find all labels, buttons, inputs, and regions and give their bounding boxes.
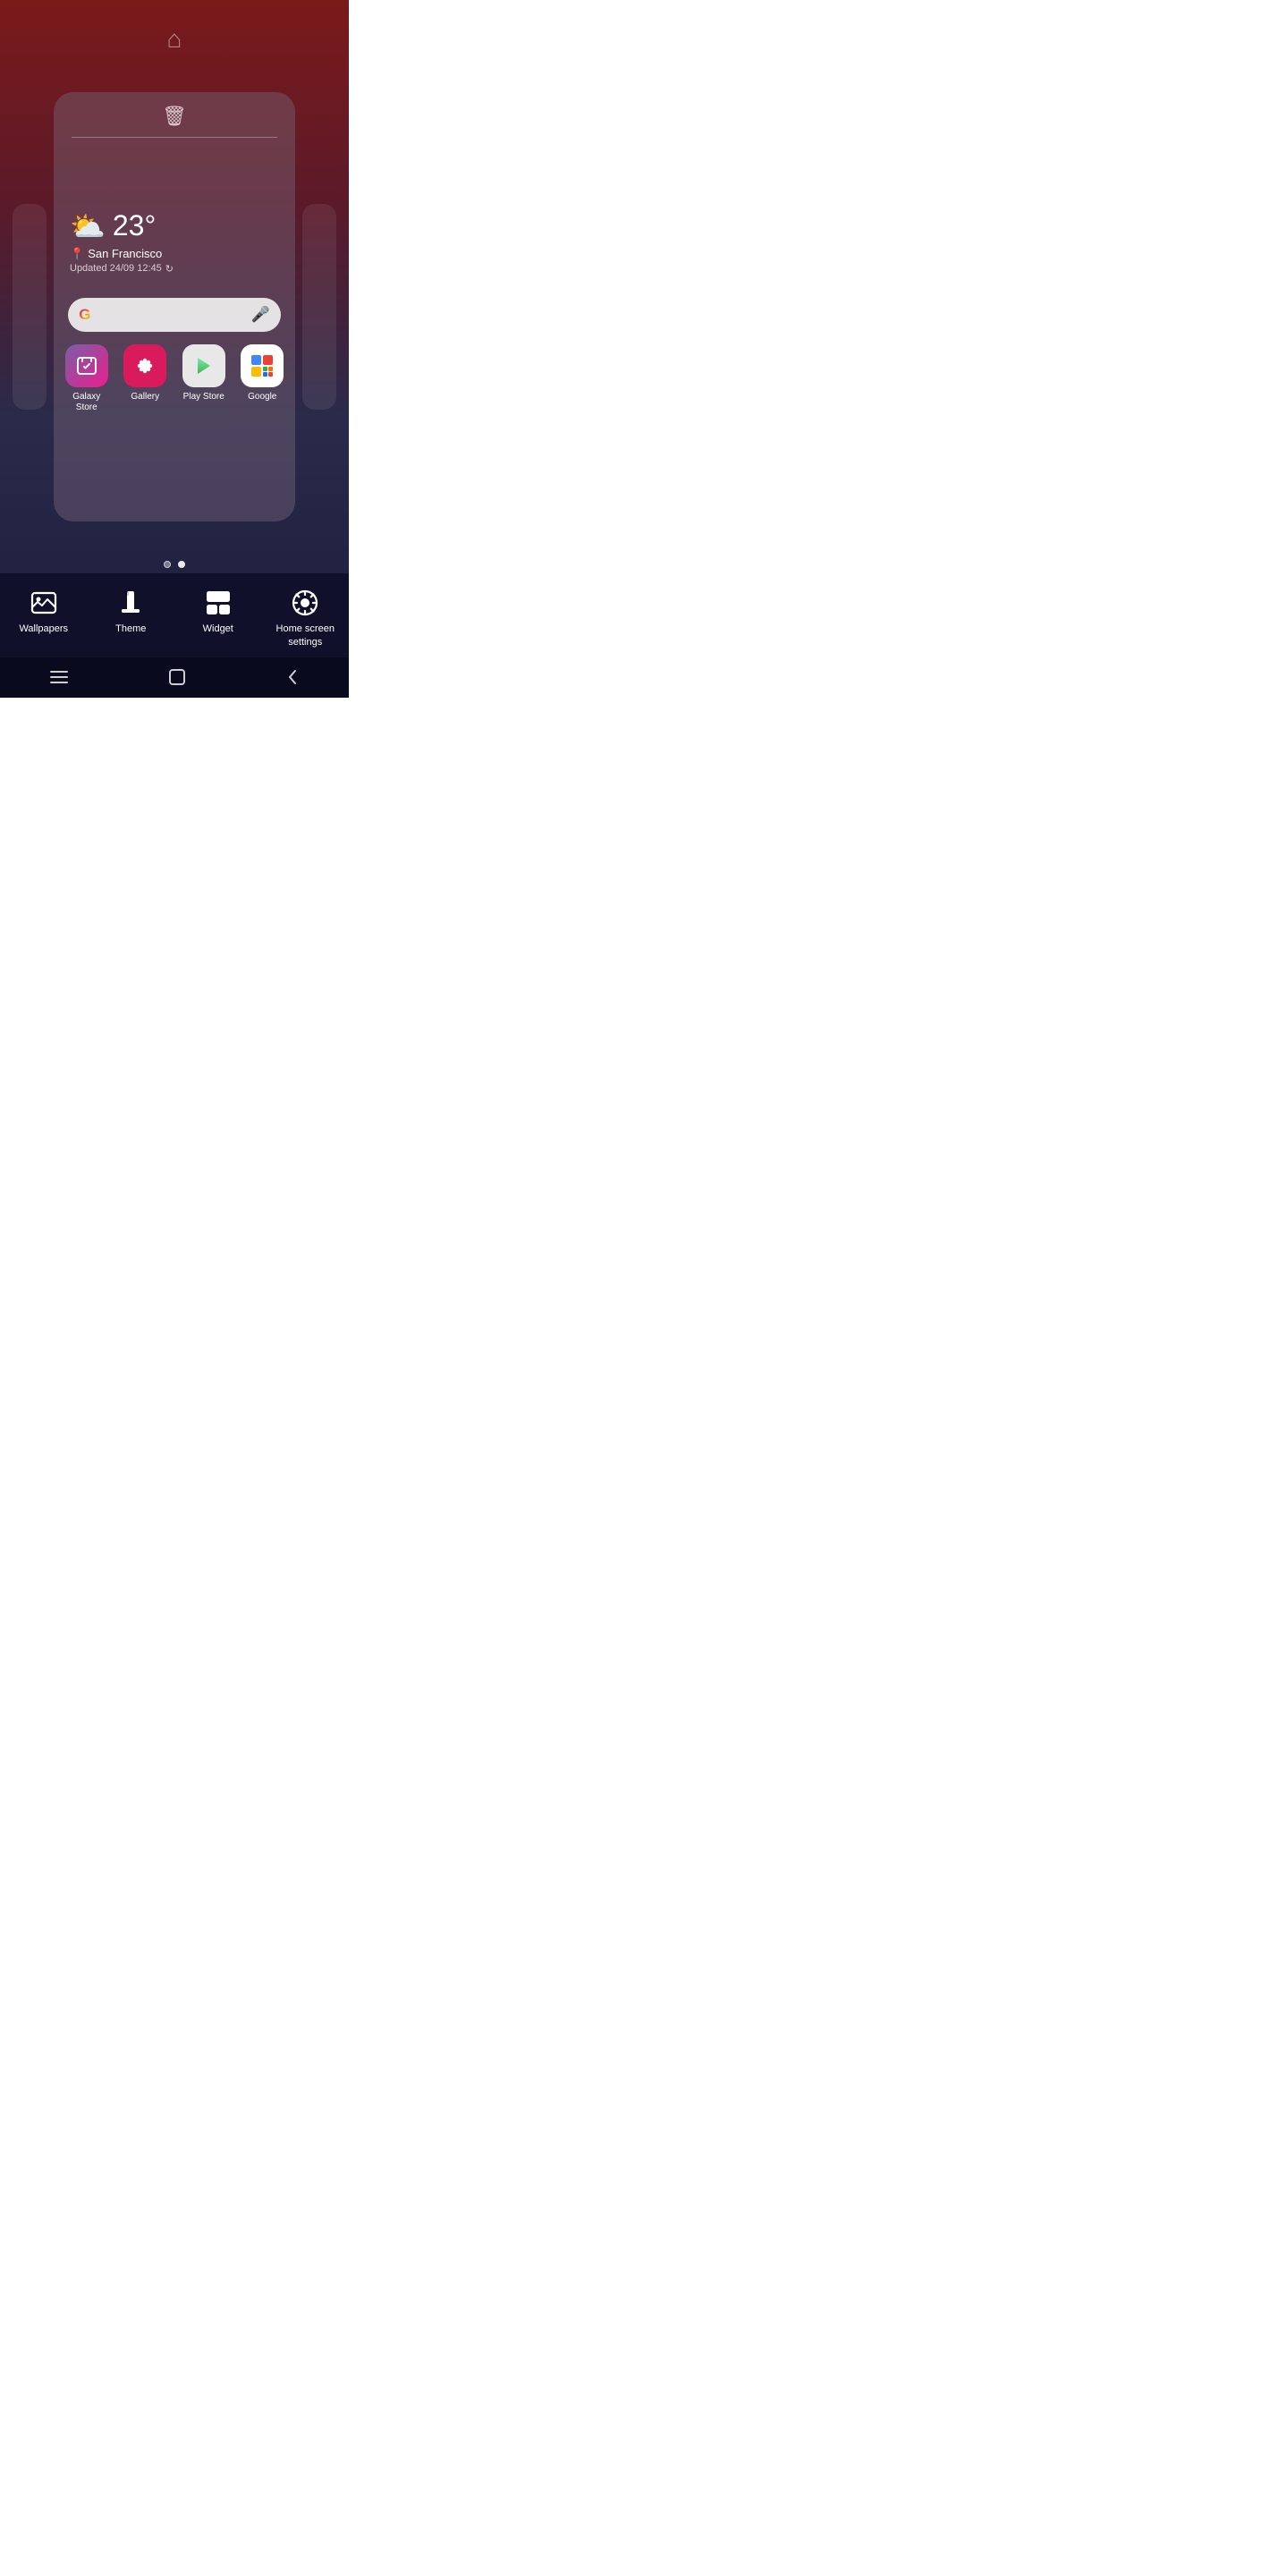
weather-updated: Updated 24/09 12:45 ↻ xyxy=(70,263,279,275)
app-item-play-store[interactable]: Play Store xyxy=(180,344,228,413)
page-dots xyxy=(164,561,185,568)
theme-button[interactable]: Theme xyxy=(95,589,166,635)
main-card: 🗑 ⛅ 23° 📍 San Francisco Updated 24/09 12… xyxy=(54,92,295,521)
home-nav-button[interactable] xyxy=(168,668,186,691)
mic-icon[interactable]: 🎤 xyxy=(251,306,270,324)
weather-section: ⛅ 23° 📍 San Francisco Updated 24/09 12:4… xyxy=(54,138,295,284)
home-screen-settings-button[interactable]: Home screensettings xyxy=(269,589,341,648)
google-search-bar[interactable]: G 🎤 xyxy=(68,298,281,332)
google-label: Google xyxy=(248,392,276,402)
cards-area: 🗑 ⛅ 23° 📍 San Francisco Updated 24/09 12… xyxy=(0,61,349,552)
screen: ⌂ 🗑 ⛅ 23° 📍 San Francisco Updated 24/09 … xyxy=(0,0,349,698)
widget-button[interactable]: Widget xyxy=(182,589,254,635)
trash-icon[interactable]: 🗑 xyxy=(162,105,187,128)
gallery-icon xyxy=(123,344,166,387)
recent-apps-button[interactable] xyxy=(49,669,69,690)
app-item-galaxy-store[interactable]: GalaxyStore xyxy=(63,344,111,413)
updated-text: Updated 24/09 12:45 xyxy=(70,263,162,274)
bottom-toolbar: Wallpapers Theme Widget xyxy=(0,573,349,657)
weather-temperature: 23° xyxy=(113,209,156,242)
play-store-icon xyxy=(182,344,225,387)
google-g-icon: G xyxy=(79,306,90,324)
card-right-side xyxy=(302,204,336,410)
app-item-gallery[interactable]: Gallery xyxy=(122,344,170,413)
card-left-side xyxy=(13,204,47,410)
apps-row: GalaxyStore xyxy=(54,344,295,413)
galaxy-store-label: GalaxyStore xyxy=(72,392,100,413)
galaxy-store-icon xyxy=(65,344,108,387)
app-item-google[interactable]: Google xyxy=(239,344,287,413)
home-indicator-icon: ⌂ xyxy=(167,25,182,54)
play-store-label: Play Store xyxy=(183,392,225,402)
refresh-icon[interactable]: ↻ xyxy=(165,263,174,275)
wallpapers-label: Wallpapers xyxy=(19,623,68,635)
location-name: San Francisco xyxy=(88,247,162,260)
google-icon xyxy=(241,344,284,387)
theme-icon xyxy=(117,589,144,616)
page-dot-1[interactable] xyxy=(164,561,171,568)
wallpapers-button[interactable]: Wallpapers xyxy=(8,589,80,635)
weather-icon: ⛅ xyxy=(70,209,106,243)
location-icon: 📍 xyxy=(70,247,84,261)
weather-location: 📍 San Francisco xyxy=(70,247,279,261)
home-screen-settings-label: Home screensettings xyxy=(276,623,335,648)
theme-label: Theme xyxy=(115,623,146,635)
wallpapers-icon xyxy=(30,589,57,616)
widget-label: Widget xyxy=(203,623,233,635)
gallery-label: Gallery xyxy=(131,392,159,402)
home-screen-settings-icon xyxy=(292,589,318,616)
page-dot-2[interactable] xyxy=(178,561,185,568)
back-button[interactable] xyxy=(285,669,300,690)
nav-bar xyxy=(0,657,349,698)
widget-icon xyxy=(205,589,232,616)
